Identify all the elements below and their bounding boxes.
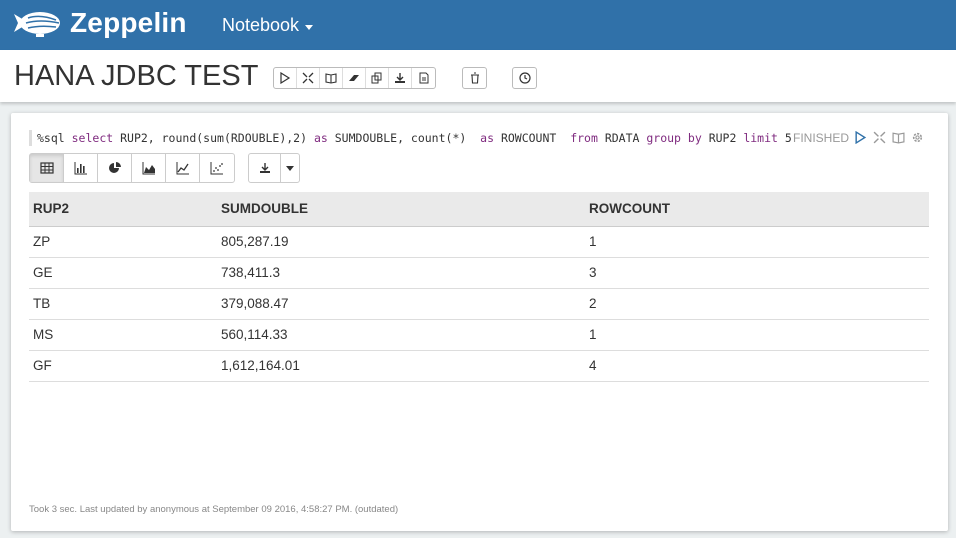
code-token: RUP2, round(sum(RDOUBLE),2): [113, 131, 314, 145]
toggle-code-icon: [302, 72, 314, 84]
caret-down-icon: [305, 24, 314, 30]
paragraph-controls: [854, 131, 924, 144]
area-chart-button[interactable]: [132, 154, 166, 182]
file-icon: [419, 72, 428, 84]
toggle-paragraph-output-icon[interactable]: [892, 131, 905, 144]
code-editor[interactable]: %sql select RUP2, round(sum(RDOUBLE),2) …: [29, 130, 792, 146]
code-keyword: from: [570, 131, 598, 145]
table-header-row: RUP2 SUMDOUBLE ROWCOUNT: [29, 192, 929, 227]
table-cell: GF: [29, 350, 217, 382]
table-cell: GE: [29, 257, 217, 289]
notebook-menu-label: Notebook: [222, 15, 300, 35]
area-chart-icon: [142, 162, 155, 175]
code-token: RUP2: [701, 131, 744, 145]
download-data-group: [248, 153, 300, 183]
table-cell: 1: [585, 319, 929, 351]
eraser-icon: [349, 75, 359, 81]
notebook-title[interactable]: HANA JDBC TEST: [14, 60, 258, 93]
line-chart-icon: [176, 162, 189, 175]
table-row: MS 560,114.33 1: [29, 319, 929, 351]
table-cell: TB: [29, 288, 217, 320]
table-row: GE 738,411.3 3: [29, 257, 929, 289]
column-header[interactable]: ROWCOUNT: [585, 192, 929, 227]
trash-icon: [470, 72, 479, 84]
notebook-menu[interactable]: Notebook: [222, 15, 314, 36]
table-cell: MS: [29, 319, 217, 351]
toggle-output-button[interactable]: [320, 68, 343, 88]
run-paragraph-icon[interactable]: [854, 131, 867, 144]
run-all-button[interactable]: [274, 68, 297, 88]
paragraph-status: FINISHED: [793, 131, 850, 145]
code-token: ROWCOUNT: [494, 131, 571, 145]
scatter-chart-button[interactable]: [200, 154, 234, 182]
zeppelin-logo-icon[interactable]: [12, 6, 64, 42]
table-row: ZP 805,287.19 1: [29, 226, 929, 258]
download-data-button[interactable]: [249, 154, 281, 182]
code-token: SUMDOUBLE, count(*): [327, 131, 481, 145]
scatter-chart-icon: [210, 162, 223, 175]
scheduler-button[interactable]: [513, 68, 536, 88]
table-cell: ZP: [29, 226, 217, 258]
caret-down-icon: [286, 165, 294, 171]
version-button[interactable]: [412, 68, 435, 88]
code-token: RDATA: [597, 131, 647, 145]
table-view-button[interactable]: [30, 154, 64, 182]
code-keyword: group: [646, 131, 681, 145]
table-cell: 1,612,164.01: [217, 350, 585, 382]
column-header[interactable]: SUMDOUBLE: [217, 192, 585, 227]
code-keyword: select: [71, 131, 114, 145]
code-keyword: by: [687, 131, 702, 145]
code-keyword: as: [480, 131, 495, 145]
result-table: RUP2 SUMDOUBLE ROWCOUNT ZP 805,287.19 1 …: [29, 192, 929, 382]
line-chart-button[interactable]: [166, 154, 200, 182]
navbar: Zeppelin Notebook: [0, 0, 956, 50]
table-cell: 3: [585, 257, 929, 289]
download-icon: [259, 163, 270, 173]
brand-name[interactable]: Zeppelin: [70, 7, 187, 39]
visualization-toolbar: [29, 153, 235, 183]
run-all-icon: [280, 72, 291, 84]
code-keyword: as: [313, 131, 328, 145]
notebook-actions-toolbar: [273, 67, 436, 89]
bar-chart-button[interactable]: [64, 154, 98, 182]
code-keyword: limit: [743, 131, 778, 145]
toggle-code-button[interactable]: [297, 68, 320, 88]
table-cell: 738,411.3: [217, 257, 585, 289]
toggle-editor-icon[interactable]: [873, 131, 886, 144]
clock-icon: [518, 72, 531, 84]
table-cell: 2: [585, 288, 929, 320]
download-format-dropdown[interactable]: [281, 154, 299, 182]
toggle-output-icon: [325, 73, 337, 84]
table-icon: [39, 162, 54, 174]
clone-button[interactable]: [366, 68, 389, 88]
delete-notebook-group: [462, 67, 487, 89]
paragraph-footer: Took 3 sec. Last updated by anonymous at…: [29, 504, 399, 515]
export-button[interactable]: [389, 68, 412, 88]
code-token: %sql: [37, 131, 72, 145]
code-token: 5: [777, 131, 792, 145]
clone-icon: [371, 72, 382, 84]
table-row: TB 379,088.47 2: [29, 288, 929, 320]
table-cell: 4: [585, 350, 929, 382]
pie-chart-button[interactable]: [98, 154, 132, 182]
table-cell: 560,114.33: [217, 319, 585, 351]
delete-notebook-button[interactable]: [463, 68, 486, 88]
gear-icon[interactable]: [911, 131, 924, 144]
table-cell: 805,287.19: [217, 226, 585, 258]
table-cell: 379,088.47: [217, 288, 585, 320]
pie-chart-icon: [108, 162, 121, 173]
column-header[interactable]: RUP2: [29, 192, 217, 227]
scheduler-group: [512, 67, 537, 89]
bar-chart-icon: [74, 162, 87, 175]
table-cell: 1: [585, 226, 929, 258]
table-row: GF 1,612,164.01 4: [29, 350, 929, 382]
clear-output-button[interactable]: [343, 68, 366, 88]
download-icon: [395, 73, 405, 83]
